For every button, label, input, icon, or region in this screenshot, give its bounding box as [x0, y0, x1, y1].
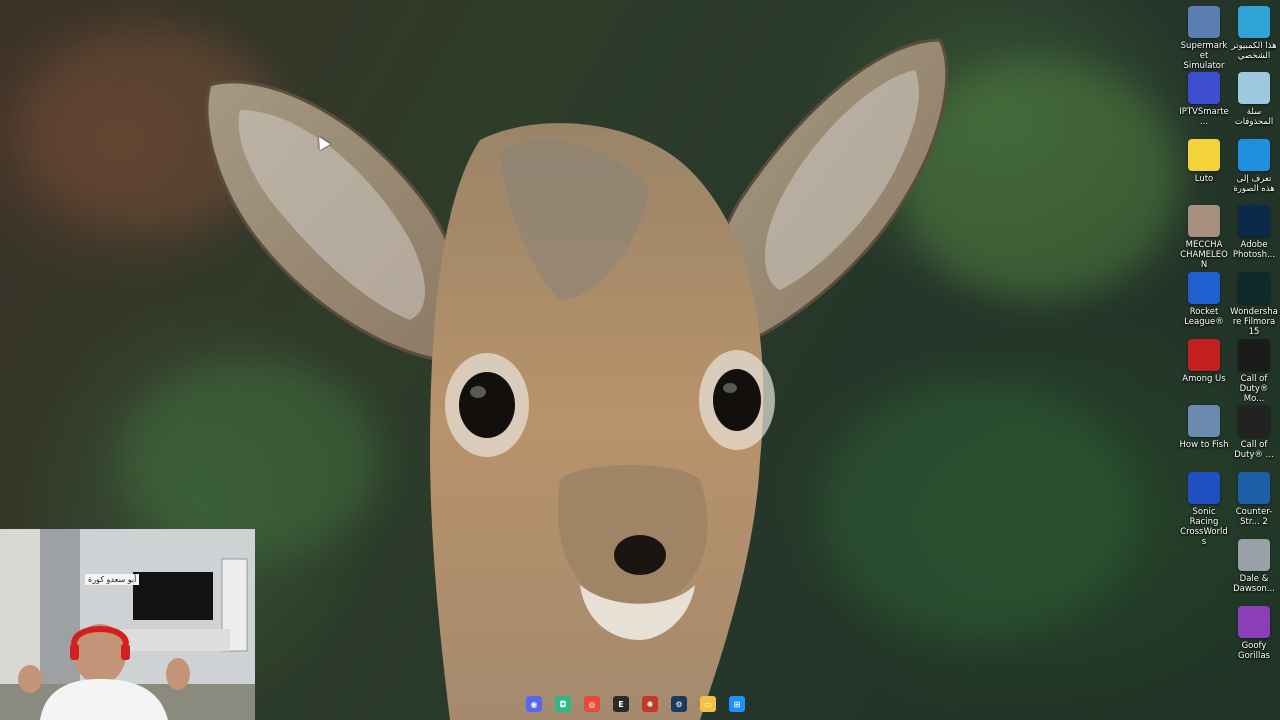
desktop-icon[interactable]: MECCHA CHAMELEON	[1179, 205, 1229, 270]
desktop-icon-label: Counter-Str... 2	[1235, 507, 1273, 527]
channel-sign-text: أبو سعدو كورة	[88, 575, 137, 584]
epic-games-icon: E	[613, 696, 629, 712]
desktop-icon[interactable]: Sonic Racing CrossWorlds	[1179, 472, 1229, 547]
desktop-icon[interactable]: Counter-Str... 2	[1229, 472, 1279, 527]
desktop-icon[interactable]: Wondershare Filmora 15	[1229, 272, 1279, 337]
file-explorer-icon: ▭	[700, 696, 716, 712]
taskbar-game-button[interactable]: ✺	[638, 692, 662, 716]
meccha-icon	[1188, 205, 1220, 237]
among-us-icon	[1188, 339, 1220, 371]
sonic-icon	[1188, 472, 1220, 504]
desktop-icon-label: Goofy Gorillas	[1237, 641, 1270, 661]
webcam-feed	[0, 529, 255, 720]
desktop-icon[interactable]: تعرف إلى هذه الصورة	[1229, 139, 1279, 194]
channel-sign: أبو سعدو كورة	[85, 574, 140, 585]
desktop-icon[interactable]: Adobe Photosh...	[1229, 205, 1279, 260]
desktop-icon[interactable]: How to Fish	[1179, 405, 1229, 450]
desktop-icon[interactable]: Rocket League®	[1179, 272, 1229, 327]
desktop-icon-label: MECCHA CHAMELEON	[1180, 240, 1228, 270]
dale-dawson-icon	[1238, 539, 1270, 571]
taskbar-epic-button[interactable]: E	[609, 692, 633, 716]
game-icon: ✺	[642, 696, 658, 712]
desktop-icon[interactable]: هذا الكمبيوتر الشخصي	[1229, 6, 1279, 61]
this-pc-icon	[1238, 6, 1270, 38]
desktop-icon-label: Among Us	[1182, 374, 1226, 384]
cod-mw3-icon	[1238, 339, 1270, 371]
spotlight-icon	[1238, 139, 1270, 171]
desktop-icon-label: Luto	[1194, 174, 1214, 184]
discord-icon: ◉	[526, 696, 542, 712]
windows-icon: ⊞	[729, 696, 745, 712]
desktop-icon[interactable]: Call of Duty® ...	[1229, 405, 1279, 460]
how-to-fish-icon	[1188, 405, 1220, 437]
desktop-icon-label: How to Fish	[1179, 440, 1229, 450]
rocket-league-icon	[1188, 272, 1220, 304]
recycle-bin-icon	[1238, 72, 1270, 104]
desktop-icon-label: Sonic Racing CrossWorlds	[1180, 507, 1228, 547]
desktop-icon-label: Wondershare Filmora 15	[1230, 307, 1278, 337]
goofy-gorillas-icon	[1238, 606, 1270, 638]
taskbar-explorer-button[interactable]: ▭	[696, 692, 720, 716]
desktop-icon[interactable]: Call of Duty® Mo...	[1229, 339, 1279, 404]
desktop-icon[interactable]: Goofy Gorillas	[1229, 606, 1279, 661]
desktop-icon-label: Supermarket Simulator	[1180, 41, 1228, 71]
desktop-icon[interactable]: IPTVSmarte...	[1179, 72, 1229, 127]
desktop-icon-label: تعرف إلى هذه الصورة	[1233, 174, 1275, 194]
taskbar-discord-button[interactable]: ◉	[522, 692, 546, 716]
desktop-icon[interactable]: Among Us	[1179, 339, 1229, 384]
desktop-icon[interactable]: Supermarket Simulator	[1179, 6, 1229, 71]
desktop-icon-label: Call of Duty® Mo...	[1239, 374, 1269, 404]
cod-mw-icon	[1238, 405, 1270, 437]
desktop-icon-label: Adobe Photosh...	[1232, 240, 1276, 260]
luto-icon	[1188, 139, 1220, 171]
desktop-icon-label: هذا الكمبيوتر الشخصي	[1231, 41, 1277, 61]
taskbar-start-button[interactable]: ⊞	[725, 692, 749, 716]
desktop-icon-label: Call of Duty® ...	[1234, 440, 1274, 460]
cs2-icon	[1238, 472, 1270, 504]
chrome-icon: ◎	[584, 696, 600, 712]
iptv-icon	[1188, 72, 1220, 104]
desktop-icon-label: IPTVSmarte...	[1179, 107, 1229, 127]
supermarket-icon	[1188, 6, 1220, 38]
desktop-icon-label: Rocket League®	[1184, 307, 1224, 327]
taskbar-steam-button[interactable]: ⚙	[667, 692, 691, 716]
photoshop-icon	[1238, 205, 1270, 237]
taskbar-app-green-button[interactable]: ◘	[551, 692, 575, 716]
desktop-icon[interactable]: Dale & Dawson...	[1229, 539, 1279, 594]
webcam-overlay: أبو سعدو كورة	[0, 529, 255, 720]
desktop-icon-label: سلة المحذوفات	[1234, 107, 1274, 127]
desktop-icon[interactable]: Luto	[1179, 139, 1229, 184]
filmora-icon	[1238, 272, 1270, 304]
steam-icon: ⚙	[671, 696, 687, 712]
desktop-icon[interactable]: سلة المحذوفات	[1229, 72, 1279, 127]
taskbar: ◉ ◘ ◎ E ✺ ⚙ ▭ ⊞	[522, 692, 749, 716]
taskbar-chrome-button[interactable]: ◎	[580, 692, 604, 716]
messenger-green-icon: ◘	[555, 696, 571, 712]
desktop-icon-label: Dale & Dawson...	[1233, 574, 1275, 594]
